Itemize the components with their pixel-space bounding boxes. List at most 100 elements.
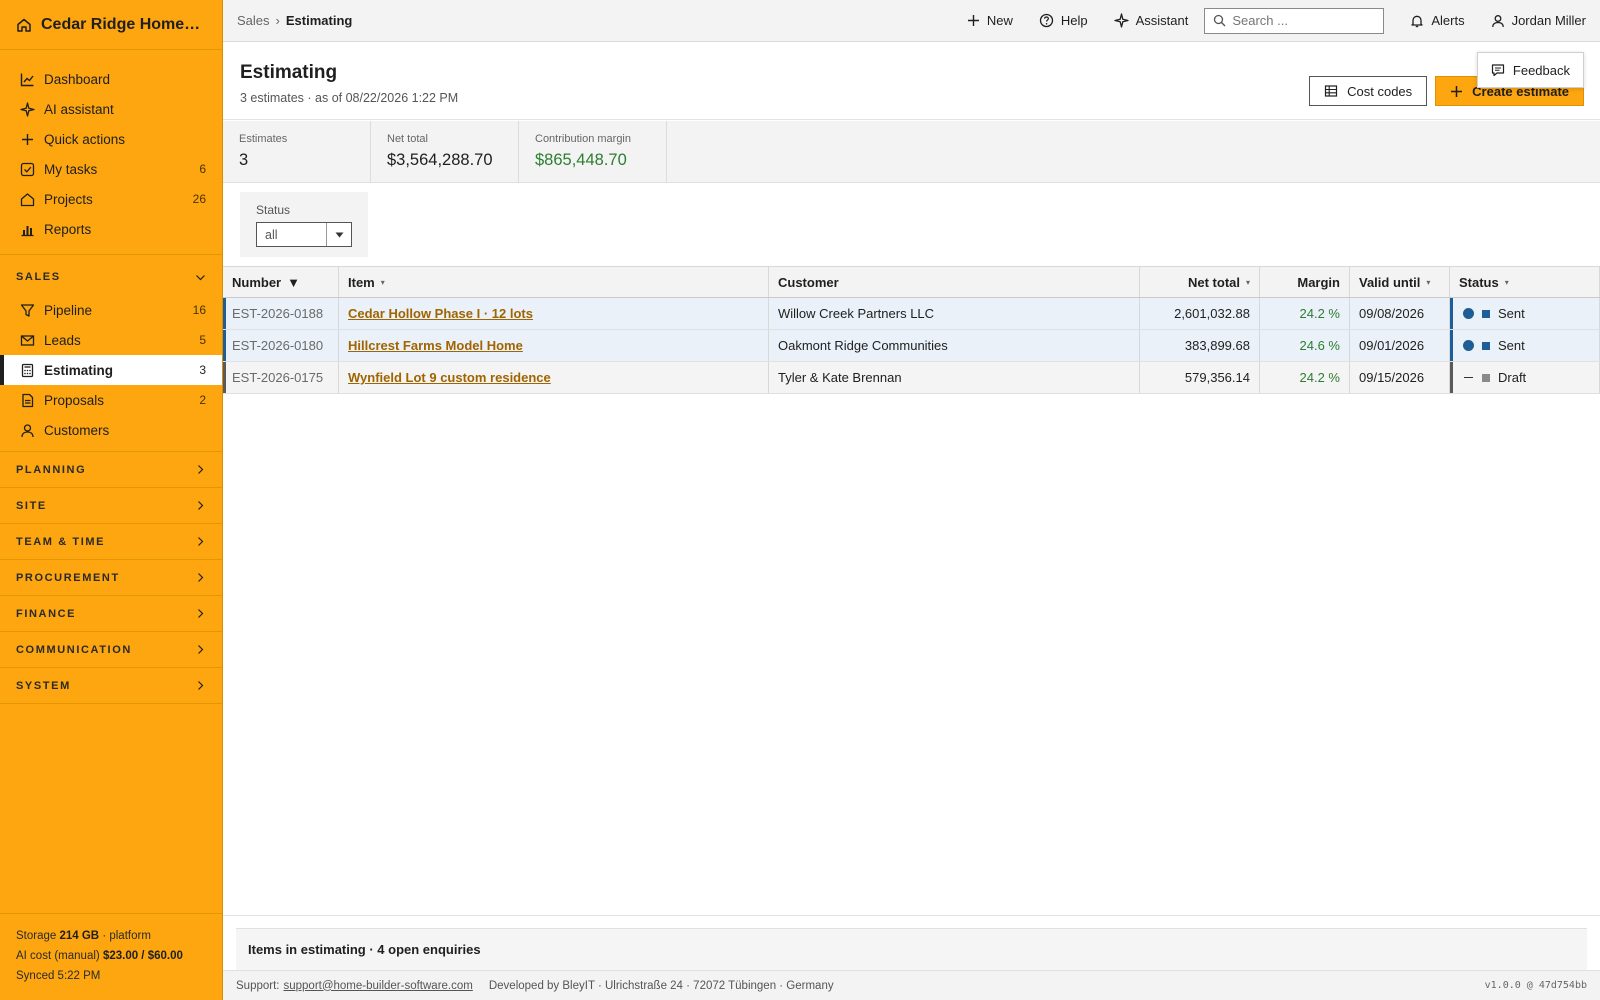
sidebar-item-label: Proposals bbox=[44, 392, 105, 408]
chevron-right-icon bbox=[195, 464, 206, 475]
sparkle-icon bbox=[20, 101, 35, 117]
sidebar-item-count: 26 bbox=[192, 192, 206, 206]
breadcrumb: Sales › Estimating bbox=[237, 13, 941, 28]
status-square-icon bbox=[1482, 373, 1490, 382]
filter-label: Status bbox=[256, 203, 291, 217]
section-site[interactable]: SITE bbox=[0, 488, 222, 524]
table-row[interactable]: EST-2026-0175 Wynfield Lot 9 custom resi… bbox=[223, 362, 1600, 394]
mail-icon bbox=[20, 333, 35, 348]
item-link[interactable]: Wynfield Lot 9 custom residence bbox=[348, 370, 551, 385]
sidebar-item-label: Dashboard bbox=[44, 71, 111, 87]
sidebar-item-leads[interactable]: Leads 5 bbox=[0, 325, 222, 355]
section-system[interactable]: SYSTEM bbox=[0, 668, 222, 704]
column-number[interactable]: Number ▼ bbox=[223, 267, 339, 297]
column-margin[interactable]: Margin bbox=[1260, 267, 1350, 297]
assistant-button[interactable]: Assistant bbox=[1113, 13, 1189, 28]
user-menu[interactable]: Jordan Miller bbox=[1491, 13, 1586, 28]
cost-codes-button[interactable]: Cost codes bbox=[1309, 76, 1428, 106]
sort-icon: ▾ bbox=[380, 277, 385, 287]
kpi-label: Estimates bbox=[239, 133, 288, 145]
sidebar-item-dashboard[interactable]: Dashboard bbox=[0, 64, 222, 94]
storage-value: 214 GB bbox=[59, 930, 100, 942]
plus-icon bbox=[967, 14, 980, 27]
chevron-right-icon bbox=[195, 680, 206, 691]
chevron-right-icon bbox=[195, 608, 206, 619]
sidebar-item-count: 5 bbox=[199, 333, 206, 347]
section-sales[interactable]: SALES bbox=[0, 259, 222, 295]
cell-net-total: 2,601,032.88 bbox=[1140, 298, 1260, 329]
sidebar-item-quick-actions[interactable]: Quick actions bbox=[0, 124, 222, 154]
table-row[interactable]: EST-2026-0180 Hillcrest Farms Model Home… bbox=[223, 330, 1600, 362]
column-net-total[interactable]: Net total ▾ bbox=[1140, 267, 1260, 297]
kpi-estimates: Estimates 3 bbox=[223, 121, 371, 182]
section-finance[interactable]: FINANCE bbox=[0, 596, 222, 632]
item-link[interactable]: Cedar Hollow Phase I · 12 lots bbox=[348, 306, 533, 321]
support-email-link[interactable]: support@home-builder-software.com bbox=[283, 980, 472, 992]
sidebar-item-label: Projects bbox=[44, 191, 93, 207]
column-status[interactable]: Status ▾ bbox=[1450, 267, 1600, 297]
sidebar-item-proposals[interactable]: Proposals 2 bbox=[0, 385, 222, 415]
sidebar-item-reports[interactable]: Reports bbox=[0, 214, 222, 244]
house-icon bbox=[20, 192, 35, 207]
chevron-right-icon bbox=[195, 536, 206, 547]
sidebar-item-my-tasks[interactable]: My tasks 6 bbox=[0, 154, 222, 184]
section-procurement[interactable]: PROCUREMENT bbox=[0, 560, 222, 596]
sidebar-item-estimating[interactable]: Estimating 3 bbox=[0, 355, 222, 385]
sidebar-item-label: My tasks bbox=[44, 161, 98, 177]
search-icon bbox=[1213, 14, 1226, 27]
item-link[interactable]: Hillcrest Farms Model Home bbox=[348, 338, 523, 353]
status-square-icon bbox=[1482, 309, 1490, 318]
kpi-net-total: Net total $3,564,288.70 bbox=[371, 121, 519, 182]
search-input[interactable] bbox=[1232, 13, 1373, 28]
feedback-button[interactable]: Feedback bbox=[1476, 52, 1584, 88]
section-title: SITE bbox=[16, 499, 47, 512]
status-select[interactable]: all bbox=[256, 222, 352, 247]
divider bbox=[223, 915, 1600, 916]
sidebar-footer: Storage 214 GB · platform AI cost (manua… bbox=[0, 913, 222, 1000]
status-dash-icon bbox=[1464, 377, 1473, 378]
alerts-button[interactable]: Alerts bbox=[1410, 13, 1465, 28]
sidebar-item-projects[interactable]: Projects 26 bbox=[0, 184, 222, 214]
ai-cost-info: AI cost (manual) $23.00 / $60.00 bbox=[16, 946, 206, 966]
section-team-time[interactable]: TEAM & TIME bbox=[0, 524, 222, 560]
page-footer: Support: support@home-builder-software.c… bbox=[223, 970, 1600, 1000]
help-button[interactable]: Help bbox=[1039, 13, 1088, 28]
section-communication[interactable]: COMMUNICATION bbox=[0, 632, 222, 668]
column-label: Customer bbox=[778, 274, 839, 290]
status-label: Draft bbox=[1498, 370, 1527, 385]
cell-margin: 24.2 % bbox=[1260, 298, 1350, 329]
sidebar-item-ai-assistant[interactable]: AI assistant bbox=[0, 94, 222, 124]
sidebar-item-label: AI assistant bbox=[44, 101, 114, 117]
topbar: Sales › Estimating New Help Assistant Al… bbox=[223, 0, 1600, 42]
column-valid-until[interactable]: Valid until ▾ bbox=[1350, 267, 1450, 297]
section-title: SALES bbox=[16, 271, 61, 283]
sidebar-item-label: Pipeline bbox=[44, 302, 93, 318]
column-customer[interactable]: Customer bbox=[769, 267, 1140, 297]
table-icon bbox=[1324, 84, 1338, 98]
alerts-label: Alerts bbox=[1431, 13, 1465, 28]
section-planning[interactable]: PLANNING bbox=[0, 452, 222, 488]
search-box[interactable] bbox=[1204, 7, 1385, 34]
table-row[interactable]: EST-2026-0188 Cedar Hollow Phase I · 12 … bbox=[223, 298, 1600, 330]
column-item[interactable]: Item ▾ bbox=[339, 267, 769, 297]
cell-status: Sent bbox=[1450, 330, 1600, 361]
sidebar-item-label: Leads bbox=[44, 332, 81, 348]
new-button[interactable]: New bbox=[967, 13, 1013, 28]
status-square-icon bbox=[1482, 341, 1490, 350]
sidebar-item-pipeline[interactable]: Pipeline 16 bbox=[0, 295, 222, 325]
sidebar-item-customers[interactable]: Customers bbox=[0, 415, 222, 445]
status-label: Sent bbox=[1498, 306, 1525, 321]
assistant-label: Assistant bbox=[1135, 13, 1189, 28]
breadcrumb-sales[interactable]: Sales bbox=[237, 13, 270, 28]
cell-valid-until: 09/08/2026 bbox=[1350, 298, 1450, 329]
sidebar-item-label: Customers bbox=[44, 422, 110, 438]
section-title: COMMUNICATION bbox=[16, 643, 132, 656]
support-label: Support: bbox=[236, 979, 280, 992]
cell-status: Draft bbox=[1450, 362, 1600, 393]
enquiries-bar[interactable]: Items in estimating · 4 open enquiries bbox=[236, 928, 1587, 970]
brand[interactable]: Cedar Ridge Homes L... bbox=[0, 0, 222, 50]
chat-icon bbox=[1491, 63, 1505, 77]
developer-info: Developed by BleyIT · Ulrichstraße 24 · … bbox=[488, 979, 834, 992]
bar-chart-icon bbox=[20, 222, 35, 237]
storage-label: Storage bbox=[16, 930, 57, 942]
